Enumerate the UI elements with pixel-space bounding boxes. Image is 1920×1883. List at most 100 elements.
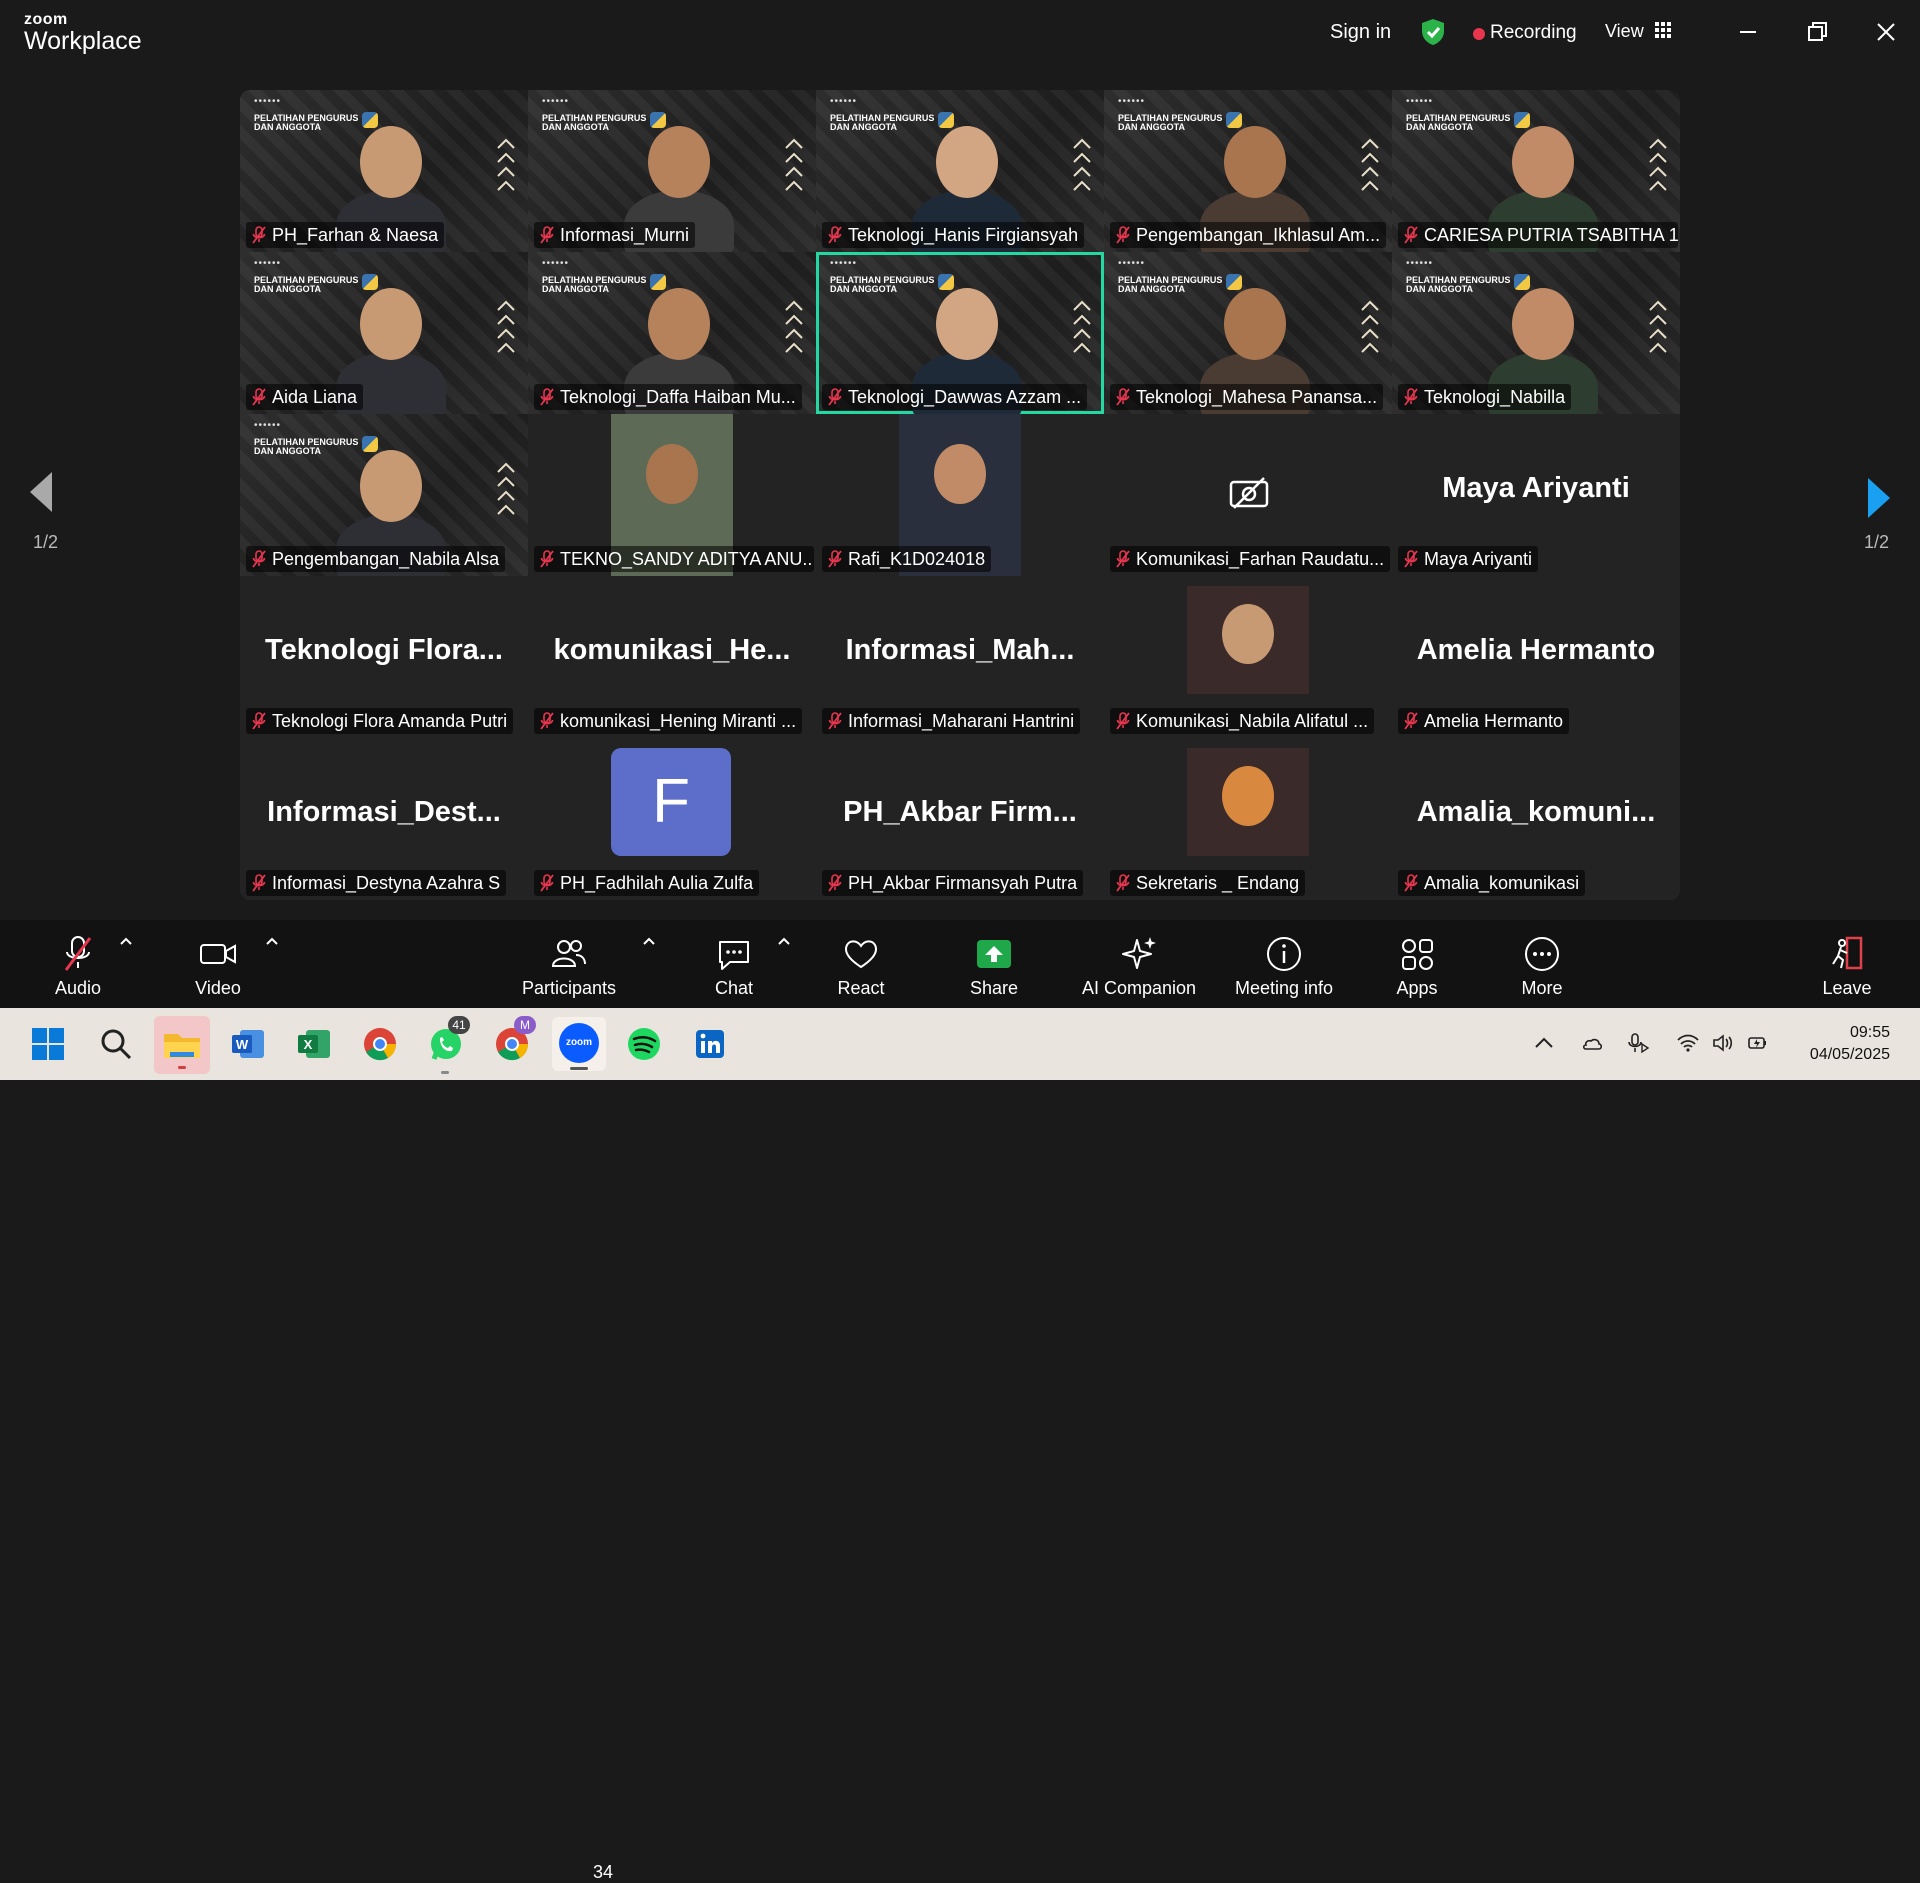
background-decoration: •••••• — [1406, 96, 1434, 107]
background-decoration: •••••• — [1118, 258, 1146, 269]
participant-tile[interactable]: •••••• PELATIHAN PENGURUS DAN ANGGOTA Penge… — [240, 414, 528, 576]
muted-mic-icon — [828, 226, 842, 244]
share-button[interactable]: Share — [964, 934, 1024, 999]
participant-tile[interactable]: •••••• PELATIHAN PENGURUS DAN ANGGOTA CARIE… — [1392, 90, 1680, 252]
meeting-info-button[interactable]: Meeting info — [1228, 934, 1340, 999]
participant-tile[interactable]: •••••• PELATIHAN PENGURUS DAN ANGGOTA Tekno… — [816, 252, 1104, 414]
svg-text:W: W — [236, 1037, 249, 1052]
windows-start-icon[interactable] — [26, 1022, 70, 1066]
participant-tile[interactable]: Amelia Hermanto Amelia Hermanto — [1392, 576, 1680, 738]
audio-button[interactable]: Audio — [48, 934, 108, 999]
chevron-pattern-icon — [497, 462, 515, 515]
muted-mic-icon — [1116, 388, 1130, 406]
linkedin-icon[interactable] — [688, 1022, 732, 1066]
participant-tile[interactable]: •••••• PELATIHAN PENGURUS DAN ANGGOTA Tekno… — [1392, 252, 1680, 414]
file-explorer-icon[interactable] — [154, 1016, 210, 1074]
search-icon[interactable] — [94, 1022, 138, 1066]
next-page-icon[interactable] — [1862, 476, 1896, 520]
muted-mic-icon — [540, 712, 554, 730]
recording-dot-icon — [1473, 28, 1485, 40]
microsoft-excel-icon[interactable]: X — [292, 1022, 336, 1066]
photo-face — [1222, 766, 1274, 826]
participant-tile[interactable]: •••••• PELATIHAN PENGURUS DAN ANGGOTA Aida … — [240, 252, 528, 414]
participant-tile[interactable]: Rafi_K1D024018 — [816, 414, 1104, 576]
participant-tile[interactable]: •••••• PELATIHAN PENGURUS DAN ANGGOTA Tekno… — [528, 252, 816, 414]
video-options-caret-icon[interactable] — [265, 936, 279, 946]
participant-name: Pengembangan_Nabila Alsa — [272, 549, 500, 569]
video-button[interactable]: Video — [188, 934, 248, 999]
participant-tile[interactable]: F PH_Fadhilah Aulia Zulfa — [528, 738, 816, 900]
view-button-label[interactable]: View — [1605, 21, 1644, 42]
participant-tile[interactable]: Teknologi Flora... Teknologi Flora Amanda… — [240, 576, 528, 738]
python-logo-icon — [362, 436, 378, 452]
participants-options-caret-icon[interactable] — [642, 936, 656, 946]
participant-tile[interactable]: •••••• PELATIHAN PENGURUS DAN ANGGOTA Penge… — [1104, 90, 1392, 252]
participant-tile[interactable]: Komunikasi_Farhan Raudatu... — [1104, 414, 1392, 576]
shield-check-icon[interactable] — [1420, 18, 1446, 46]
meeting-info-label: Meeting info — [1234, 978, 1334, 998]
audio-options-caret-icon[interactable] — [119, 936, 133, 946]
participant-name-tag: Sekretaris _ Endang — [1110, 870, 1306, 896]
volume-icon[interactable] — [1711, 1032, 1735, 1054]
sign-in-link[interactable]: Sign in — [1330, 21, 1391, 44]
participant-tile[interactable]: Komunikasi_Nabila Alifatul ... — [1104, 576, 1392, 738]
participant-tile[interactable]: •••••• PELATIHAN PENGURUS DAN ANGGOTA Tekno… — [1104, 252, 1392, 414]
close-icon[interactable] — [1868, 14, 1904, 50]
onedrive-cloud-icon[interactable] — [1580, 1032, 1604, 1054]
zoom-app-icon[interactable]: zoom — [552, 1017, 606, 1071]
chat-button[interactable]: Chat — [704, 934, 764, 999]
chevron-pattern-icon — [497, 300, 515, 353]
audio-label: Audio — [54, 978, 102, 998]
spotify-icon[interactable] — [622, 1022, 666, 1066]
minimize-icon[interactable] — [1730, 14, 1766, 50]
participant-name: Informasi_Maharani Hantrini — [848, 711, 1075, 731]
title-bar: zoom Workplace Sign in Recording View — [0, 0, 1920, 66]
apps-label: Apps — [1396, 978, 1438, 998]
participant-tile[interactable]: Informasi_Mah... Informasi_Maharani Hantr… — [816, 576, 1104, 738]
participant-name: Teknologi_Dawwas Azzam ... — [848, 387, 1082, 407]
background-decoration: •••••• — [1406, 258, 1434, 269]
participant-tile[interactable]: •••••• PELATIHAN PENGURUS DAN ANGGOTA Tekno… — [816, 90, 1104, 252]
microsoft-word-icon[interactable]: W — [226, 1022, 270, 1066]
page-indicator-left: 1/2 — [33, 532, 59, 552]
recording-label[interactable]: Recording — [1490, 22, 1577, 44]
wifi-icon[interactable] — [1676, 1032, 1700, 1054]
leave-button[interactable]: Leave — [1817, 934, 1877, 999]
muted-mic-icon — [1404, 712, 1418, 730]
camera-off-icon — [1229, 477, 1269, 509]
participant-name-tag: Teknologi_Dawwas Azzam ... — [822, 384, 1088, 410]
restore-icon[interactable] — [1799, 14, 1835, 50]
grid-view-icon[interactable] — [1655, 22, 1671, 38]
participant-tile[interactable]: Maya Ariyanti Maya Ariyanti — [1392, 414, 1680, 576]
google-chrome-icon[interactable] — [358, 1022, 402, 1066]
muted-mic-icon — [1116, 712, 1130, 730]
participant-tile[interactable]: •••••• PELATIHAN PENGURUS DAN ANGGOTA Infor… — [528, 90, 816, 252]
battery-charging-icon[interactable] — [1746, 1032, 1770, 1054]
heart-icon — [844, 940, 878, 969]
participant-name-tag: Teknologi Flora Amanda Putri — [246, 708, 514, 734]
ai-companion-button[interactable]: AI Companion — [1076, 934, 1202, 999]
participant-tile[interactable]: Amalia_komuni... Amalia_komunikasi — [1392, 738, 1680, 900]
apps-button[interactable]: Apps — [1387, 934, 1447, 999]
show-hidden-icons-chevron-icon[interactable] — [1532, 1032, 1556, 1054]
react-button[interactable]: React — [831, 934, 891, 999]
microphone-in-use-icon[interactable] — [1626, 1032, 1650, 1054]
participant-name-tag: Teknologi_Daffa Haiban Mu... — [534, 384, 802, 410]
previous-page-icon[interactable] — [26, 470, 60, 514]
participant-tile[interactable]: komunikasi_He... komunikasi_Hening Mirant… — [528, 576, 816, 738]
participants-count: 34 — [593, 1862, 614, 1882]
participant-tile[interactable]: •••••• PELATIHAN PENGURUS DAN ANGGOTA PH_Fa… — [240, 90, 528, 252]
participant-tile[interactable]: Sekretaris _ Endang — [1104, 738, 1392, 900]
participant-tile[interactable]: TEKNO_SANDY ADITYA ANU... — [528, 414, 816, 576]
share-label: Share — [969, 978, 1019, 998]
participants-button[interactable]: Participants — [518, 934, 620, 999]
participant-name: Sekretaris _ Endang — [1136, 873, 1300, 893]
participant-tile[interactable]: Informasi_Dest... Informasi_Destyna Azahr… — [240, 738, 528, 900]
more-button[interactable]: More — [1512, 934, 1572, 999]
background-decoration: •••••• — [542, 258, 570, 269]
participant-tile[interactable]: PH_Akbar Firm... PH_Akbar Firmansyah Putr… — [816, 738, 1104, 900]
participant-name-tag: Teknologi_Nabilla — [1398, 384, 1572, 410]
chat-options-caret-icon[interactable] — [777, 936, 791, 946]
system-clock[interactable]: 09:55 04/05/2025 — [1810, 1022, 1890, 1066]
participant-video-face — [360, 126, 422, 198]
